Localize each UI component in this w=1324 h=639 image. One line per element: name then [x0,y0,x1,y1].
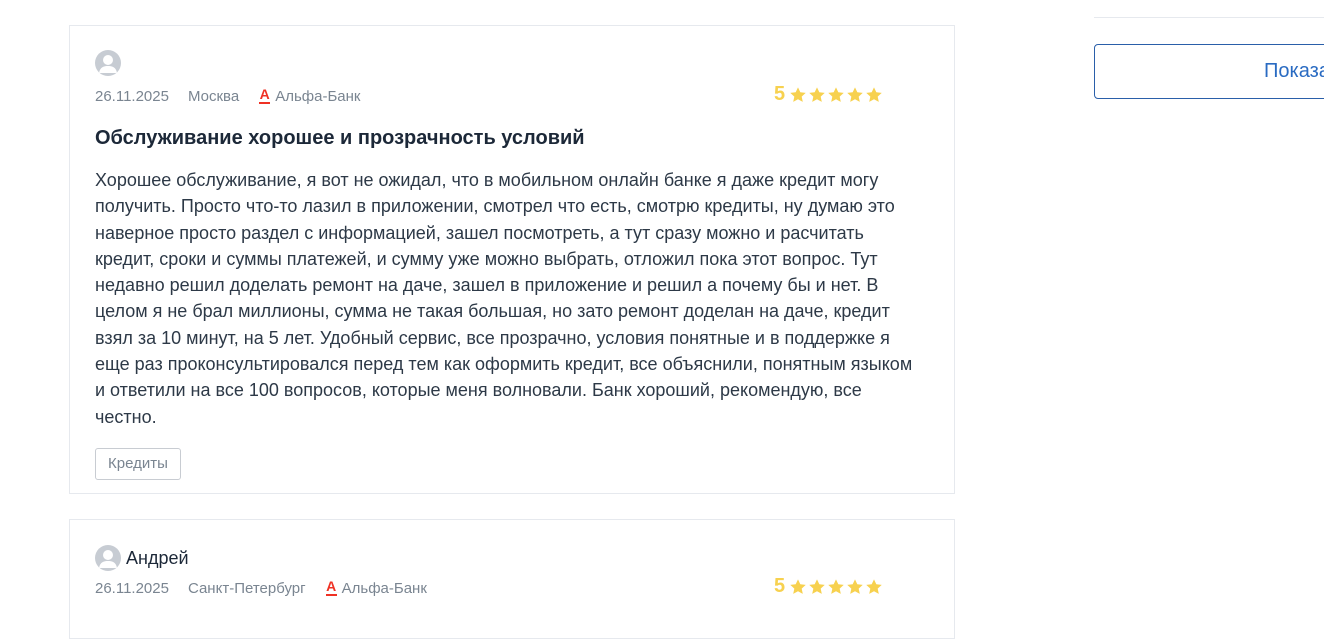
review-author [95,50,126,76]
sidebar-divider [1094,17,1324,18]
review-card: 26.11.2025 Москва A Альфа-Банк 5 Обслужи… [69,25,955,494]
review-bank: Альфа-Банк [275,87,361,105]
star-icon [790,86,806,102]
review-meta: 26.11.2025 Москва A Альфа-Банк [95,86,360,106]
alfa-bank-logo-icon: A [259,86,271,104]
star-icon [828,578,844,594]
review-city: Москва [187,87,240,105]
review-rating: 5 [774,83,884,106]
star-icon [866,86,882,102]
show-more-button[interactable]: Показать [1094,44,1324,99]
review-title[interactable]: Обслуживание хорошее и прозрачность усло… [95,127,585,150]
star-icon [828,86,844,102]
review-date: 26.11.2025 [95,579,169,597]
review-date: 26.11.2025 [95,87,169,105]
rating-value: 5 [774,83,786,105]
star-icon [866,578,882,594]
rating-value: 5 [774,575,786,597]
star-icon [809,578,825,594]
star-icon [847,578,863,594]
review-text: Хорошее обслуживание, я вот не ожидал, ч… [95,170,913,427]
review-rating: 5 [774,575,884,598]
tag-credits[interactable]: Кредиты [95,448,181,480]
review-city: Санкт-Петербург [187,579,306,597]
author-name: Андрей [126,548,189,568]
star-icon [790,578,806,594]
user-avatar-icon [95,50,121,76]
user-avatar-icon [95,545,121,571]
alfa-bank-logo-icon: A [325,578,337,596]
review-author: Андрей [95,545,189,571]
star-icon [847,86,863,102]
review-meta: 26.11.2025 Санкт-Петербург A Альфа-Банк [95,578,427,598]
review-bank: Альфа-Банк [341,579,427,597]
star-icon [809,86,825,102]
review-card: Андрей 26.11.2025 Санкт-Петербург A Альф… [69,519,955,639]
